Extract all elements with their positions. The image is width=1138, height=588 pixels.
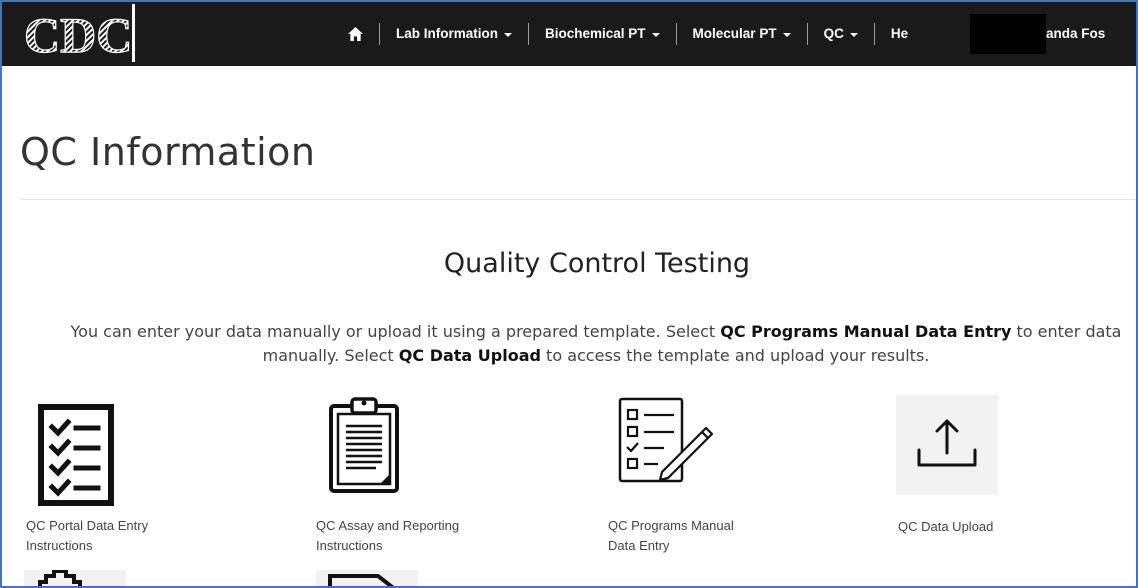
page-frame: CDC Lab Information Biochemical PT Molec… [0, 0, 1138, 588]
form-pencil-icon [614, 396, 714, 491]
checklist-icon [38, 404, 114, 511]
home-nav-button[interactable] [348, 25, 379, 43]
tile-label: QC Assay and Reporting Instructions [316, 518, 460, 553]
intro-data-upload-emphasis: QC Data Upload [398, 346, 541, 365]
intro-text-part: You can enter your data manually or uplo… [70, 322, 721, 341]
logo-text: CDC [24, 7, 132, 62]
tile-label: QC Programs Manual Data Entry [608, 518, 734, 553]
intro-text: You can enter your data manually or uplo… [36, 320, 1136, 368]
redaction-box [970, 14, 1046, 54]
tile-label: QC Data Upload [898, 519, 994, 534]
title-divider [20, 199, 1136, 200]
tile-qc-data-upload[interactable]: QC Data Upload [896, 395, 1096, 555]
cdc-logo[interactable]: CDC [20, 4, 142, 62]
gear-icon[interactable] [24, 570, 126, 586]
page-title: QC Information [20, 130, 316, 174]
nav-help[interactable]: He [875, 25, 924, 43]
nav-qc[interactable]: QC [808, 25, 874, 43]
document-icon[interactable] [316, 570, 418, 586]
home-icon [348, 27, 363, 41]
tile-qc-manual-data-entry[interactable]: QC Programs Manual Data Entry [606, 396, 806, 562]
upload-icon [896, 395, 998, 495]
tile-qc-assay-instructions[interactable]: QC Assay and Reporting Instructions [314, 394, 514, 562]
chevron-down-icon [849, 33, 858, 37]
chevron-down-icon [782, 33, 791, 37]
top-navbar: CDC Lab Information Biochemical PT Molec… [2, 2, 1136, 66]
nav-qc-label: QC [823, 26, 844, 41]
nav-biochemical-pt-label: Biochemical PT [545, 26, 646, 41]
nav-biochemical-pt[interactable]: Biochemical PT [529, 25, 676, 43]
nav-molecular-pt[interactable]: Molecular PT [677, 25, 807, 43]
nav-help-label: He [890, 26, 909, 41]
nav-lab-information[interactable]: Lab Information [380, 25, 528, 43]
intro-text-part: to access the template and upload your r… [540, 346, 930, 365]
chevron-down-icon [504, 33, 512, 37]
intro-manual-entry-emphasis: QC Programs Manual Data Entry [720, 322, 1012, 341]
main-nav: Lab Information Biochemical PT Molecular… [348, 2, 924, 66]
user-name[interactable]: anda Fos [1046, 2, 1105, 66]
chevron-down-icon [651, 33, 660, 37]
nav-molecular-pt-label: Molecular PT [692, 26, 777, 41]
section-heading: Quality Control Testing [443, 248, 751, 279]
tile-label: QC Portal Data Entry Instructions [26, 518, 149, 553]
clipboard-icon [328, 394, 400, 499]
nav-lab-information-label: Lab Information [396, 26, 498, 41]
tile-qc-portal-instructions[interactable]: QC Portal Data Entry Instructions [24, 404, 204, 562]
